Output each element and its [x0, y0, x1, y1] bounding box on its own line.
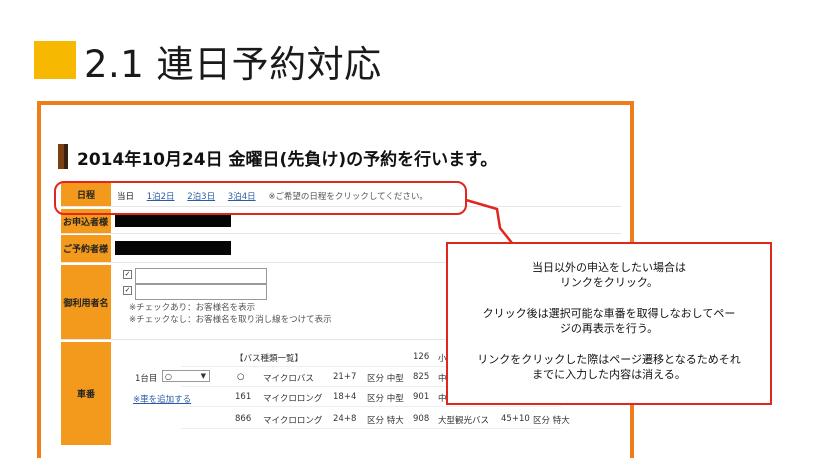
- bus-number: 825: [413, 372, 430, 382]
- bus-type: マイクロロング: [263, 394, 323, 404]
- bus-type: 大型観光バス: [438, 416, 490, 426]
- user1-name-input[interactable]: [135, 268, 267, 284]
- page-heading: 2014年10月24日 金曜日(先負け)の予約を行います。: [77, 150, 498, 170]
- annotation-callout: 当日以外の申込をしたい場合は リンクをクリック。 クリック後は選択可能な車番を取…: [446, 242, 772, 405]
- title-accent-square: [34, 41, 76, 79]
- user2-name-input[interactable]: [135, 284, 267, 300]
- bus-list-row[interactable]: 866 マイクロロング 24+8 区分 特大 908 大型観光バス 45+10 …: [181, 410, 570, 429]
- bus-radio[interactable]: ○: [237, 372, 244, 382]
- bus-class: 区分 中型: [367, 374, 404, 384]
- callout-line: 当日以外の申込をしたい場合は: [532, 261, 686, 274]
- callout-line: クリック後は選択可能な車番を取得しなおしてペー: [482, 307, 736, 320]
- bus-list-title: 【バス種類一覧】: [235, 354, 304, 364]
- users-label: 御利用者名: [61, 265, 111, 339]
- reservation-name-redacted: [115, 241, 231, 255]
- bus-number: 908: [413, 414, 430, 424]
- bus-class: 区分 中型: [367, 394, 404, 404]
- callout-line: リンクをクリックした際はページ遷移となるためそれ: [477, 353, 741, 366]
- user1-checkbox[interactable]: ✓: [123, 270, 132, 279]
- users-note-unchecked: ※チェックなし：お客様名を取り消し線をつけて表示: [129, 315, 332, 325]
- bus-capacity: 18+4: [333, 392, 357, 402]
- callout-line: ジの再表示を行う。: [559, 322, 659, 335]
- bus-capacity: 24+8: [333, 414, 357, 424]
- heading-accent-bar-dark: [64, 144, 68, 169]
- user2-checkbox[interactable]: ✓: [123, 286, 132, 295]
- slide-title: 2.1 連日予約対応: [84, 43, 382, 86]
- vehicle-day-label: 1台目: [135, 374, 158, 384]
- bus-type: マイクロバス: [263, 374, 314, 384]
- bus-class: 区分 特大: [533, 416, 570, 426]
- bus-number: 866: [235, 414, 252, 424]
- bus-number: 901: [413, 392, 430, 402]
- callout-line: までに入力した内容は消える。: [532, 368, 686, 381]
- bus-capacity: 45+10: [501, 414, 530, 424]
- reservation-label: ご予約者様: [61, 235, 111, 262]
- bus-type: マイクロロング: [263, 416, 323, 426]
- users-note-checked: ※チェックあり：お客様名を表示: [129, 303, 256, 313]
- bus-number: 161: [235, 392, 252, 402]
- bus-class: 区分 特大: [367, 416, 404, 426]
- schedule-highlight-oval: [54, 181, 467, 215]
- applicant-name-redacted: [115, 213, 231, 227]
- bus-list-header-num: 126: [413, 352, 430, 362]
- vehicle-select-value: ○: [165, 372, 172, 381]
- vehicle-label: 車番: [61, 342, 111, 445]
- callout-line: リンクをクリック。: [559, 276, 659, 289]
- bus-capacity: 21+7: [333, 372, 357, 382]
